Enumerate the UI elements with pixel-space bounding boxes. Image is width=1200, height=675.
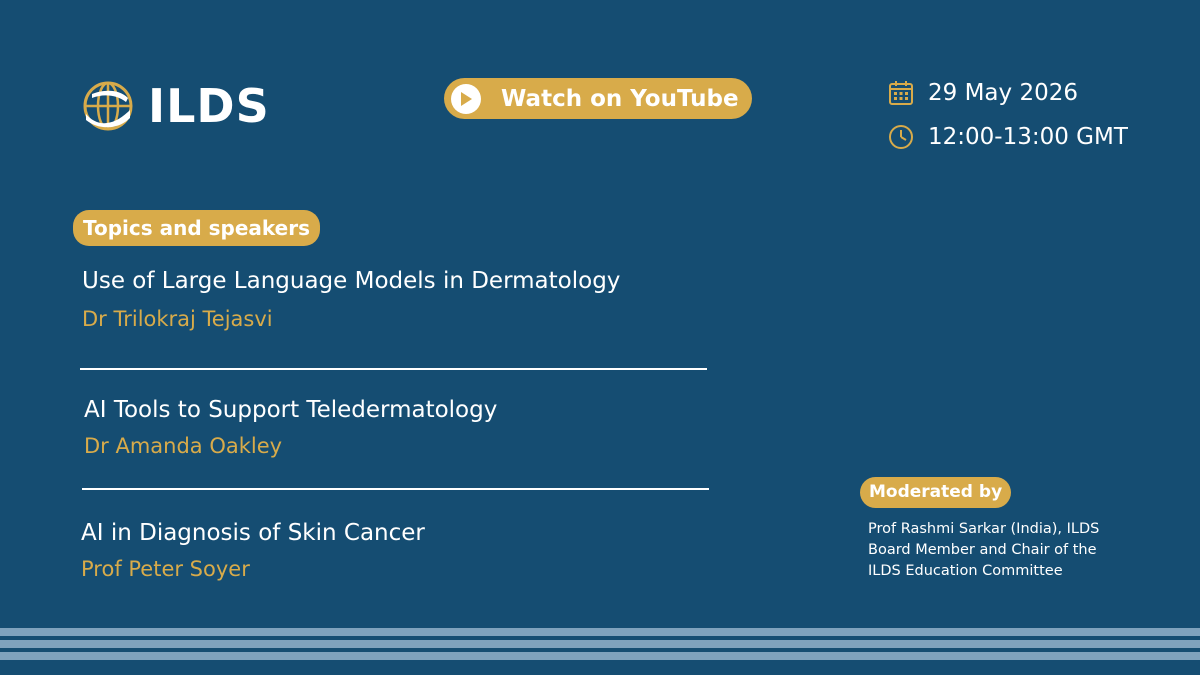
globe-icon <box>83 81 133 131</box>
moderator-heading: Moderated by <box>860 477 1012 508</box>
event-date: 29 May 2026 <box>888 80 1078 106</box>
divider <box>82 488 709 490</box>
topics-heading: Topics and speakers <box>73 210 321 246</box>
talk-speaker: Dr Amanda Oakley <box>84 434 283 458</box>
divider <box>80 368 707 370</box>
talk-title: AI in Diagnosis of Skin Cancer <box>81 520 425 546</box>
talk-title: Use of Large Language Models in Dermatol… <box>82 268 621 294</box>
play-icon <box>451 83 481 114</box>
decorative-stripe <box>0 652 1200 660</box>
date-text: 29 May 2026 <box>928 80 1078 106</box>
logo-text: ILDS <box>148 79 270 133</box>
calendar-icon <box>889 81 913 105</box>
moderator-details: Prof Rashmi Sarkar (India), ILDS Board M… <box>868 519 1128 582</box>
talk-speaker: Prof Peter Soyer <box>81 557 250 581</box>
moderator-line: Prof Rashmi Sarkar (India), ILDS <box>868 521 1100 537</box>
moderator-line: Board Member and Chair of the <box>868 542 1097 558</box>
event-time: 12:00-13:00 GMT <box>888 124 1128 150</box>
decorative-stripe <box>0 640 1200 648</box>
decorative-stripe <box>0 628 1200 636</box>
watch-button-label: Watch on YouTube <box>501 85 739 112</box>
watch-on-youtube-button[interactable]: Watch on YouTube <box>444 78 752 119</box>
clock-icon <box>889 125 913 149</box>
talk-speaker: Dr Trilokraj Tejasvi <box>82 307 273 331</box>
moderator-line: ILDS Education Committee <box>868 563 1063 579</box>
talk-title: AI Tools to Support Teledermatology <box>84 397 498 423</box>
ilds-logo: ILDS <box>82 80 270 132</box>
time-text: 12:00-13:00 GMT <box>928 124 1128 150</box>
